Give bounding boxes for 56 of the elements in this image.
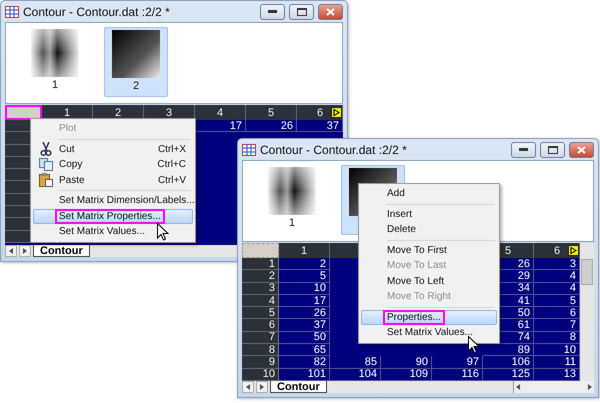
menu-item-label: Delete <box>386 223 417 238</box>
table-cell: 3 <box>534 258 580 270</box>
menu-item-label: Move To Last <box>386 259 448 274</box>
table-cell: 4 <box>534 270 580 283</box>
shortcut-label: Ctrl+C <box>157 159 186 170</box>
thumbnail-label: 1 <box>288 217 296 229</box>
table-cell: 11 <box>534 356 580 369</box>
table-cell: 13 <box>534 368 580 381</box>
table-cell: 26 <box>279 307 330 320</box>
table-cell: 17 <box>279 294 330 308</box>
table-cell: 106 <box>483 356 534 369</box>
table-cell: 5 <box>534 294 580 308</box>
table-cell: 8 <box>534 332 580 344</box>
table-cell: 26 <box>246 120 297 132</box>
menu-item-label: Set Matrix Properties... <box>55 208 165 224</box>
menu-item-label: Set Matrix Values... <box>386 326 474 340</box>
table-cell: 5 <box>279 270 330 283</box>
table-cell: 85 <box>330 356 381 369</box>
menu-item-label: Properties... <box>383 310 445 325</box>
table-cell: 109 <box>381 368 432 381</box>
menu-item-label: Add <box>386 187 406 202</box>
menu-item-label: Set Matrix Values... <box>58 225 146 240</box>
table-cell: 37 <box>297 120 343 132</box>
menu-item-label: Set Matrix Dimension/Labels... <box>58 194 196 208</box>
table-cell: 82 <box>279 356 330 369</box>
table-cell: 101 <box>279 368 330 381</box>
thumbnail-label: 1 <box>52 79 58 91</box>
shortcut-label: Ctrl+X <box>158 144 186 155</box>
menu-item-label: Insert <box>386 208 414 222</box>
table-cell: 2 <box>279 258 330 270</box>
window-title: Contour - Contour.dat :2/2 * <box>23 4 171 18</box>
table-cell: 65 <box>279 344 330 356</box>
table-cell: 104 <box>330 368 381 381</box>
menu-item-label: Copy <box>58 158 84 172</box>
table-cell: 50 <box>279 332 330 344</box>
table-cell: 125 <box>483 368 534 381</box>
table-cell: 4 <box>534 282 580 295</box>
menu-item-label: Move To First <box>386 244 448 258</box>
table-cell: 6 <box>534 307 580 320</box>
table-cell: 37 <box>279 319 330 332</box>
table-cell: 7 <box>534 319 580 332</box>
table-cell: 90 <box>381 356 432 369</box>
table-cell: 89 <box>483 344 534 356</box>
shortcut-label: Ctrl+V <box>158 174 186 186</box>
table-cell: 10 <box>279 282 330 295</box>
menu-item-label: Move To Left <box>386 274 446 289</box>
menu-item-label: Move To Right <box>386 290 452 304</box>
menu-item-label: Plot <box>58 122 78 136</box>
table-cell: 10 <box>534 344 580 356</box>
table-cell: 17 <box>195 120 246 132</box>
thumbnail-label: 2 <box>132 80 140 92</box>
table-cell: 97 <box>432 356 483 369</box>
window-title: Contour - Contour.dat :2/2 * <box>260 142 408 156</box>
table-cell: 116 <box>432 368 483 381</box>
menu-item-label: Paste <box>58 174 86 188</box>
menu-item-label: Cut <box>58 142 76 157</box>
